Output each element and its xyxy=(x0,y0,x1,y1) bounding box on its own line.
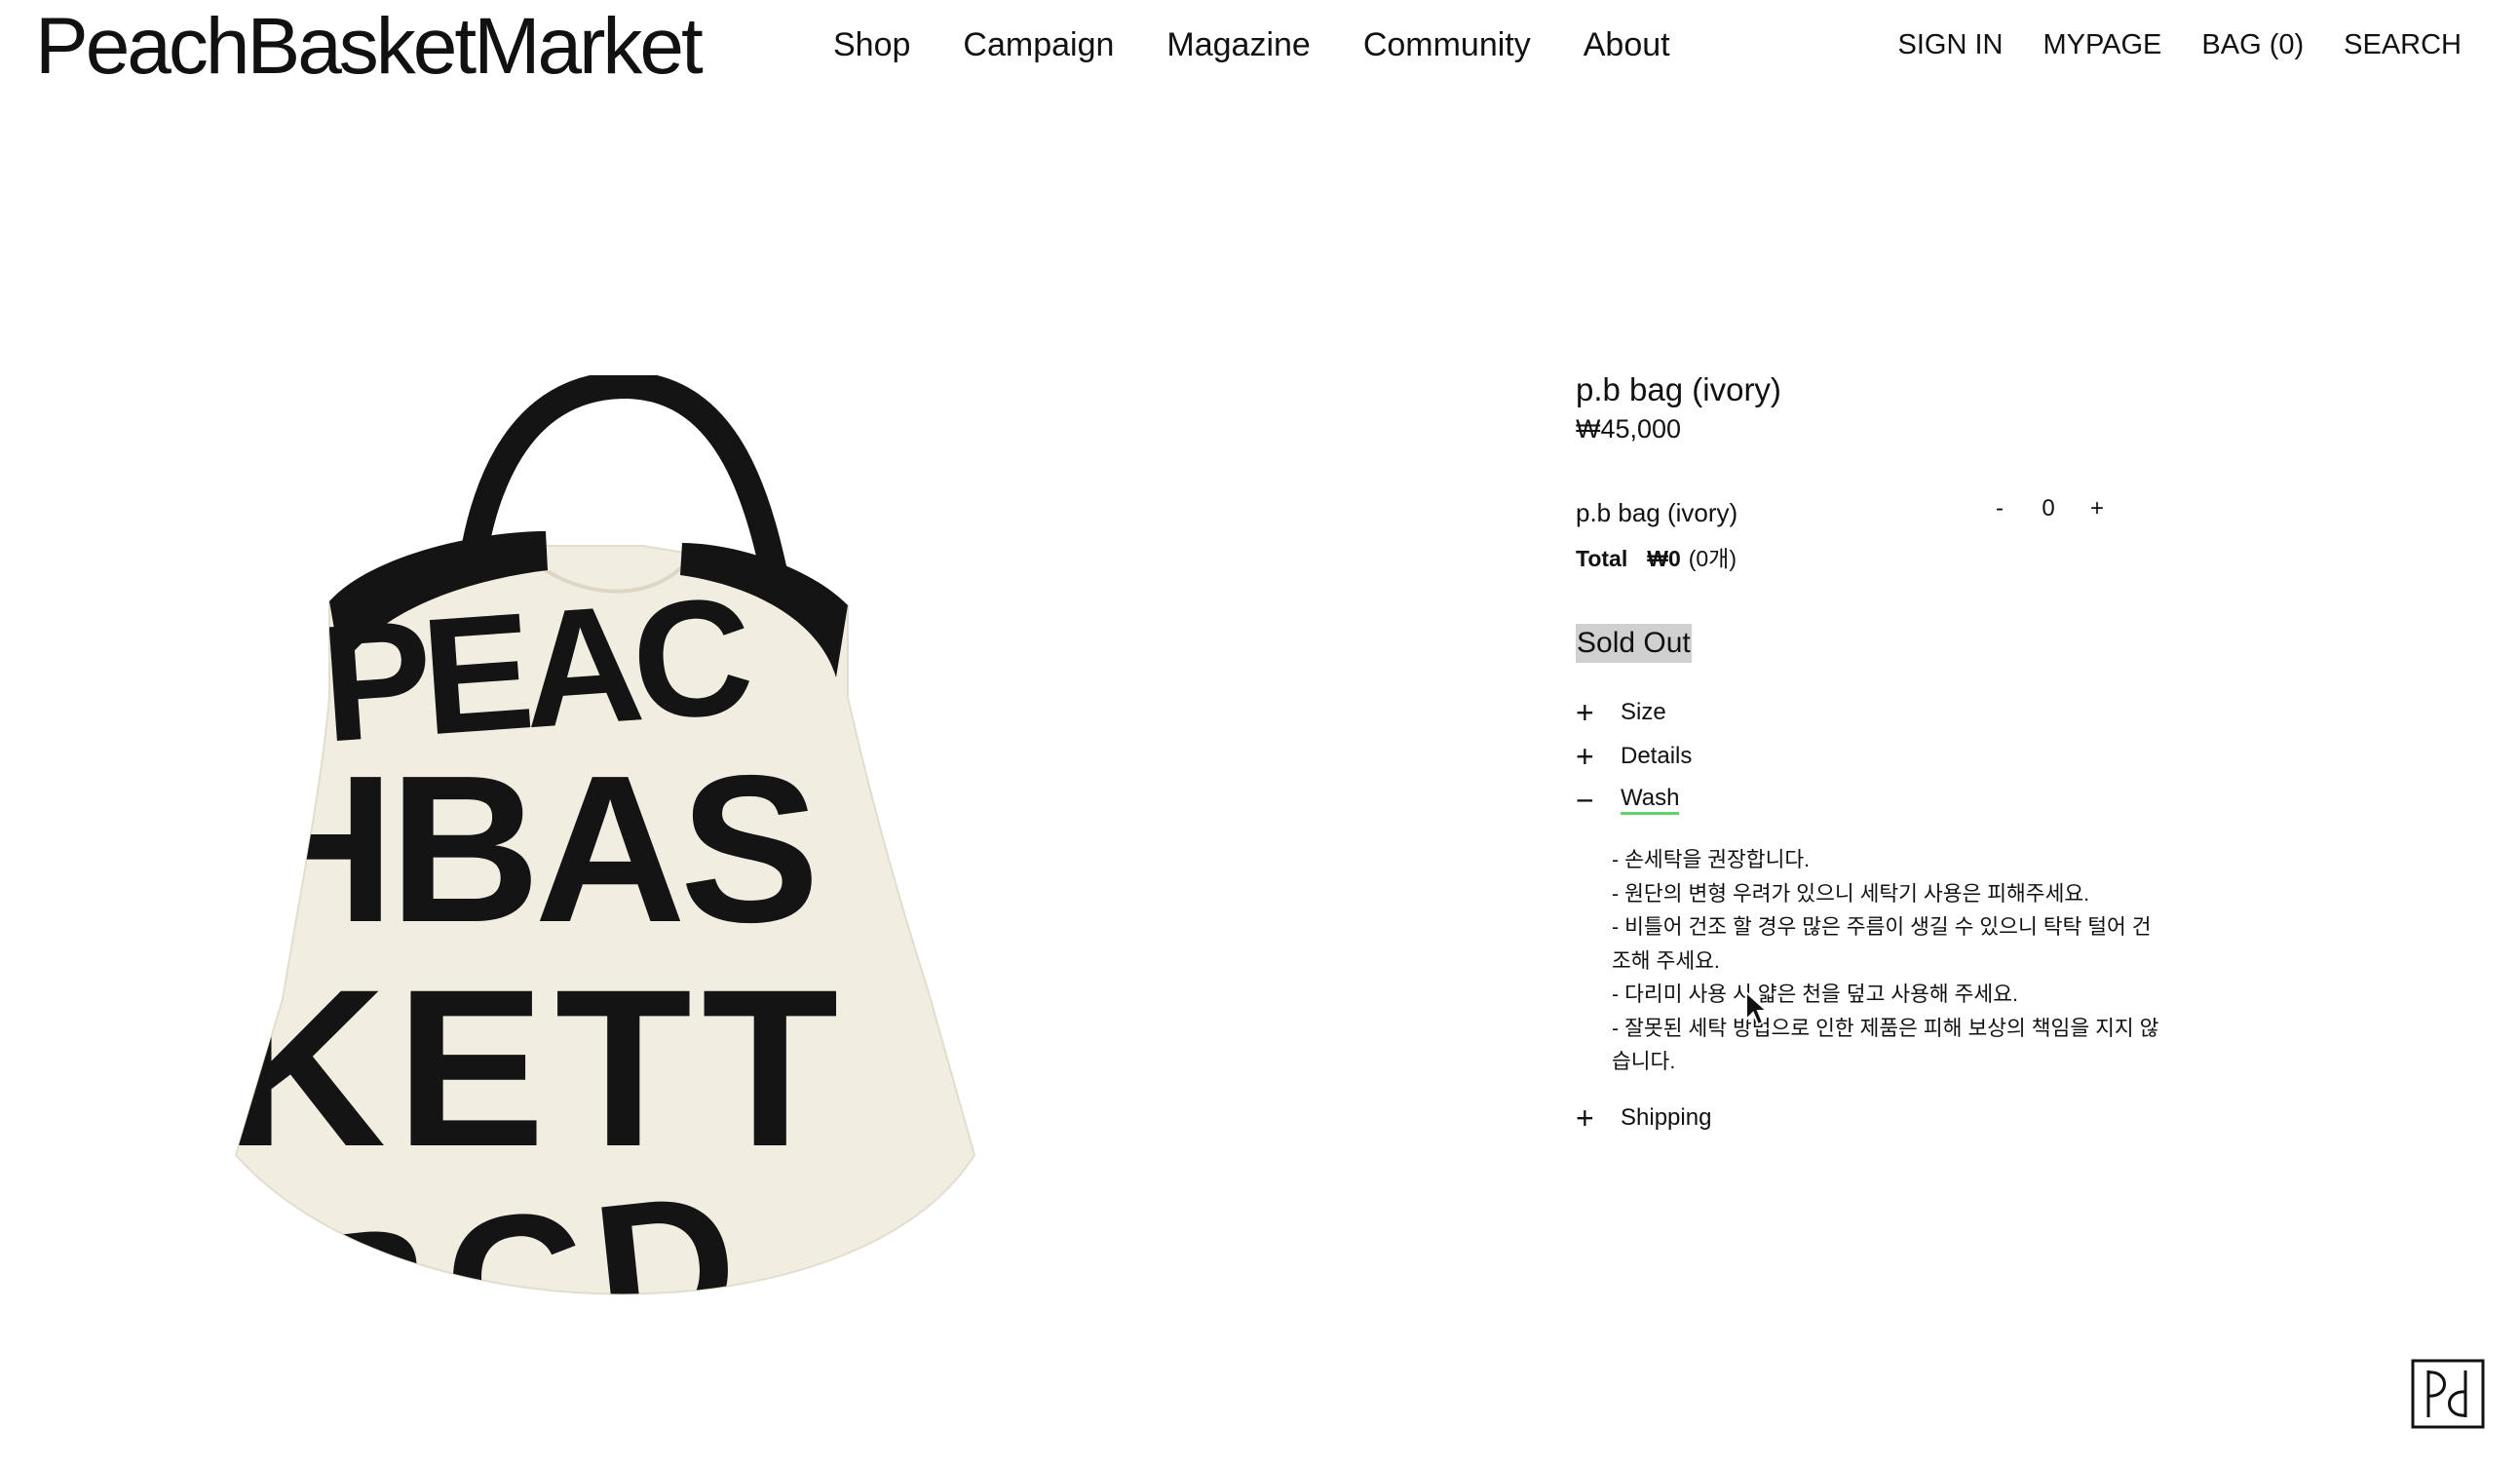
nav-magazine[interactable]: Magazine xyxy=(1166,21,1310,68)
nav-campaign[interactable]: Campaign xyxy=(963,21,1114,68)
pb-logo-icon[interactable] xyxy=(2411,1359,2485,1429)
accordion-size-label: Size xyxy=(1621,698,1666,725)
product-image[interactable]: PEAC HBAS KETT BCD xyxy=(224,370,1043,1335)
mouse-cursor-icon xyxy=(1745,990,1770,1026)
sold-out-button[interactable]: Sold Out xyxy=(1576,624,1692,663)
plus-icon: + xyxy=(1576,738,1594,774)
quantity-increase-button[interactable]: + xyxy=(2082,495,2112,522)
bag-print-line-3: KETT xyxy=(224,943,849,1193)
wash-line: - 잘못된 세탁 방법으로 인한 제품은 피해 보상의 책임을 지지 않습니다. xyxy=(1612,1016,2159,1074)
minus-icon: − xyxy=(1576,782,1594,818)
bag-link[interactable]: BAG (0) xyxy=(2201,21,2304,68)
wash-line: - 다리미 사용 시 얇은 천을 덮고 사용해 주세요. xyxy=(1612,983,2018,1006)
main-nav: Shop Campaign Magazine Community About xyxy=(833,21,1723,68)
accordion-wash-label: Wash xyxy=(1621,785,1680,815)
accordion-wash[interactable]: − Wash xyxy=(1576,778,2180,822)
sign-in-link[interactable]: SIGN IN xyxy=(1897,21,2003,68)
accordion: + Size + Details − Wash - 손세탁을 권장합니다. - … xyxy=(1576,690,2180,1140)
accordion-size[interactable]: + Size xyxy=(1576,690,2180,734)
nav-about[interactable]: About xyxy=(1584,21,1670,68)
utility-nav: SIGN IN MYPAGE BAG (0) SEARCH xyxy=(1857,21,2462,68)
quantity-value[interactable]: 0 xyxy=(2014,495,2082,522)
accordion-shipping[interactable]: + Shipping xyxy=(1576,1097,2180,1140)
nav-shop[interactable]: Shop xyxy=(833,21,910,68)
nav-community[interactable]: Community xyxy=(1363,21,1531,68)
option-row: p.b bag (ivory) - 0 + xyxy=(1576,495,2180,542)
total-row: Total ₩0 (0개) xyxy=(1576,542,2180,575)
tote-bag-illustration: PEAC HBAS KETT BCD xyxy=(224,370,976,1295)
wash-line: - 손세탁을 권장합니다. xyxy=(1612,848,1811,871)
total-label: Total xyxy=(1576,546,1628,571)
quantity-decrease-button[interactable]: - xyxy=(1985,495,2014,522)
product-title: p.b bag (ivory) xyxy=(1576,371,1781,407)
site-logo[interactable]: PeachBasketMarket xyxy=(35,2,704,92)
plus-icon: + xyxy=(1576,1100,1594,1136)
quantity-stepper: - 0 + xyxy=(1985,495,2112,522)
wash-content: - 손세탁을 권장합니다. - 원단의 변형 우려가 있으니 세탁기 사용은 피… xyxy=(1576,822,2167,1097)
mypage-link[interactable]: MYPAGE xyxy=(2043,21,2161,68)
total-amount: ₩0 xyxy=(1647,546,1681,571)
product-info: p.b bag (ivory) ₩45,000 p.b bag (ivory) … xyxy=(1576,370,2180,1140)
total-count: (0개) xyxy=(1688,546,1737,571)
accordion-shipping-label: Shipping xyxy=(1621,1104,1712,1131)
plus-icon: + xyxy=(1576,694,1594,730)
bag-print-line-2: HBAS xyxy=(244,731,814,966)
search-link[interactable]: SEARCH xyxy=(2344,21,2462,68)
product-price: ₩45,000 xyxy=(1576,414,1682,444)
wash-line: - 원단의 변형 우려가 있으니 세탁기 사용은 피해주세요. xyxy=(1612,881,2090,906)
wash-line: - 비틀어 건조 할 경우 많은 주름이 생길 수 있으니 탁탁 털어 건조해 … xyxy=(1612,915,2152,973)
accordion-details[interactable]: + Details xyxy=(1576,734,2180,778)
accordion-details-label: Details xyxy=(1621,742,1693,769)
